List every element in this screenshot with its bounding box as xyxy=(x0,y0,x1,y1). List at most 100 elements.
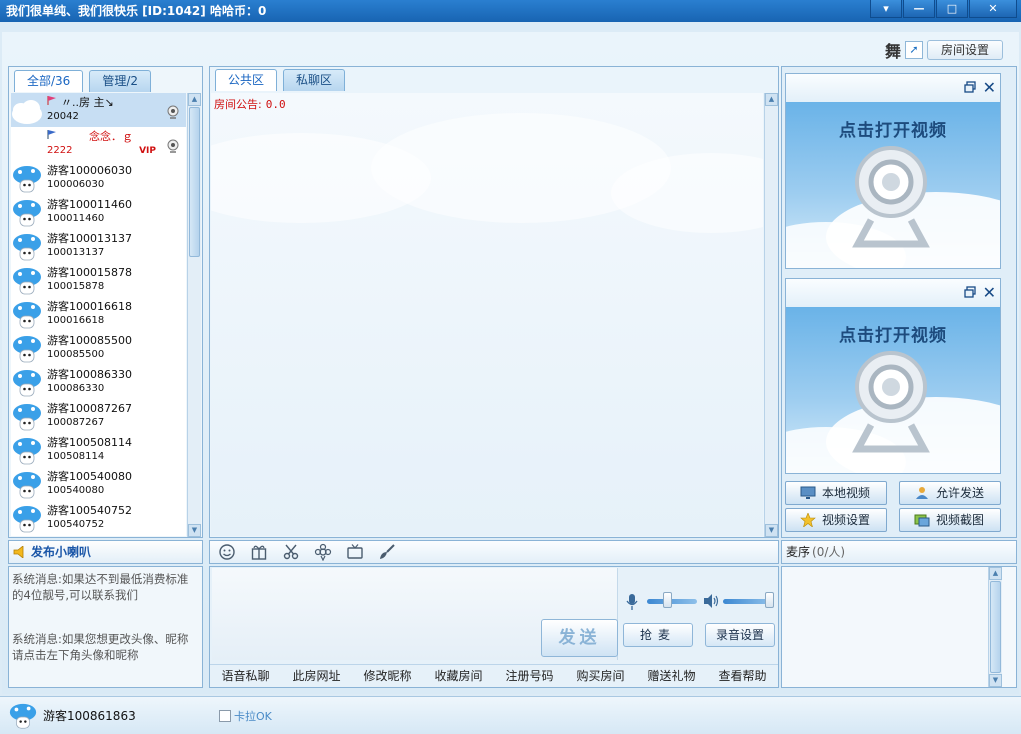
user-id: 100540080 xyxy=(47,485,105,496)
user-list-item[interactable]: 〃..房 主↘ 20042 xyxy=(11,93,186,127)
tab-public[interactable]: 公共区 xyxy=(215,69,278,91)
allow-send-button[interactable]: 允许发送 xyxy=(899,481,1001,505)
avatar xyxy=(13,200,41,227)
bottom-link[interactable]: 查看帮助 xyxy=(718,667,766,684)
video-settings-button[interactable]: 视频设置 xyxy=(785,508,887,532)
user-list-item[interactable]: 游客100085500 100085500 xyxy=(11,331,186,365)
emoji-icon[interactable] xyxy=(218,543,236,561)
user-name: 游客100086330 xyxy=(47,368,132,381)
tab-all-users[interactable]: 全部/36 xyxy=(14,70,84,92)
title-bar: 我们很单纯、我们很快乐 [ID:1042] 哈哈币：0 ▾ — □ ✕ xyxy=(0,0,1021,22)
room-settings-button[interactable]: 房间设置 xyxy=(927,40,1003,60)
speaker-volume-slider[interactable] xyxy=(723,599,771,604)
mic-volume-slider[interactable] xyxy=(647,599,697,604)
user-list-item[interactable]: 游客100016618 100016618 xyxy=(11,297,186,331)
user-list-item[interactable]: 游客100015878 100015878 xyxy=(11,263,186,297)
user-id: 2222 xyxy=(47,145,73,156)
local-video-button[interactable]: 本地视频 xyxy=(785,481,887,505)
grab-mic-button[interactable]: 抢麦 xyxy=(623,623,693,647)
bottom-link[interactable]: 此房网址 xyxy=(292,667,340,684)
chat-area[interactable]: 房间公告: 0.0 xyxy=(211,93,763,536)
user-list-item[interactable]: 游客100540752 100540752 xyxy=(11,501,186,535)
user-list-item[interactable]: 念念．ｇ 2222 VIP xyxy=(11,127,186,161)
horn-bar[interactable]: 发布小喇叭 xyxy=(8,540,203,564)
close-icon[interactable]: ✕ xyxy=(983,283,996,302)
restore-icon[interactable] xyxy=(964,286,976,298)
brush-icon[interactable] xyxy=(378,543,396,561)
close-icon[interactable]: ✕ xyxy=(983,78,996,97)
allow-send-label: 允许发送 xyxy=(936,486,985,500)
user-id: 20042 xyxy=(47,111,79,122)
restore-icon[interactable] xyxy=(964,81,976,93)
bottom-link[interactable]: 购买房间 xyxy=(576,667,624,684)
karaoke-checkbox[interactable] xyxy=(219,710,231,722)
flower-icon[interactable] xyxy=(314,543,332,561)
scroll-up-arrow[interactable]: ▲ xyxy=(765,93,778,106)
mic-queue-scrollbar[interactable]: ▲ ▼ xyxy=(988,567,1002,687)
chat-scrollbar[interactable]: ▲ ▼ xyxy=(764,93,778,537)
video-window-1[interactable]: ✕ 点击打开视频 xyxy=(785,73,1001,269)
speaker-volume-knob[interactable] xyxy=(764,592,774,608)
scroll-down-arrow[interactable]: ▼ xyxy=(188,524,201,537)
user-list-item[interactable]: 游客100087267 100087267 xyxy=(11,399,186,433)
webcam-icon xyxy=(852,146,930,248)
maximize-button[interactable]: □ xyxy=(936,0,968,18)
scroll-thumb[interactable] xyxy=(189,107,200,257)
scroll-down-arrow[interactable]: ▼ xyxy=(765,524,778,537)
avatar xyxy=(13,234,41,261)
bottom-link[interactable]: 收藏房间 xyxy=(434,667,482,684)
user-id: 100508114 xyxy=(47,451,105,462)
user-name: 游客100013137 xyxy=(47,232,132,245)
scroll-up-arrow[interactable]: ▲ xyxy=(989,567,1002,580)
menu-dropdown-button[interactable]: ▾ xyxy=(870,0,902,18)
user-name: 〃..房 主↘ xyxy=(61,96,114,109)
tv-icon[interactable] xyxy=(346,543,364,561)
close-button[interactable]: ✕ xyxy=(969,0,1017,18)
user-list-item[interactable]: 游客100540080 100540080 xyxy=(11,467,186,501)
dance-icon[interactable]: 舞 xyxy=(885,38,901,62)
user-list-item[interactable]: 游客100013137 100013137 xyxy=(11,229,186,263)
karaoke-toggle[interactable]: 卡拉OK xyxy=(219,708,272,724)
user-list-item[interactable]: 游客100006030 100006030 xyxy=(11,161,186,195)
mic-volume-knob[interactable] xyxy=(663,592,672,608)
send-button[interactable]: 发送 xyxy=(541,619,618,657)
microphone-icon[interactable] xyxy=(626,593,638,611)
chat-toolbar xyxy=(209,540,779,564)
cursor-icon[interactable]: ➚ xyxy=(905,41,923,59)
screenshot-icon xyxy=(914,514,930,527)
bottom-link[interactable]: 注册号码 xyxy=(505,667,553,684)
horn-icon xyxy=(13,546,24,558)
status-bar: 游客100861863 卡拉OK xyxy=(0,696,1021,734)
scissors-icon[interactable] xyxy=(282,543,300,561)
minimize-button[interactable]: — xyxy=(903,0,935,18)
avatar xyxy=(13,404,41,431)
video-placeholder[interactable]: 点击打开视频 xyxy=(786,102,1000,268)
avatar xyxy=(13,506,41,533)
user-list-item[interactable]: 游客100011460 100011460 xyxy=(11,195,186,229)
my-nickname[interactable]: 游客100861863 xyxy=(43,707,136,724)
speaker-icon[interactable] xyxy=(703,593,719,609)
bottom-link[interactable]: 修改昵称 xyxy=(363,667,411,684)
video-placeholder[interactable]: 点击打开视频 xyxy=(786,307,1000,473)
video-window-2[interactable]: ✕ 点击打开视频 xyxy=(785,278,1001,474)
gift-icon[interactable] xyxy=(250,543,268,561)
user-tabs: 全部/36 管理/2 xyxy=(14,70,152,92)
tab-managers[interactable]: 管理/2 xyxy=(89,70,152,92)
tab-private[interactable]: 私聊区 xyxy=(283,69,346,91)
user-name: 游客100085500 xyxy=(47,334,132,347)
monitor-icon xyxy=(800,486,816,499)
avatar[interactable] xyxy=(8,701,38,731)
notice-value: 0.0 xyxy=(265,98,286,111)
user-list-item[interactable]: 游客100508114 100508114 xyxy=(11,433,186,467)
bottom-link[interactable]: 赠送礼物 xyxy=(647,667,695,684)
record-settings-button[interactable]: 录音设置 xyxy=(705,623,775,647)
user-list-item[interactable]: 游客100086330 100086330 xyxy=(11,365,186,399)
scroll-up-arrow[interactable]: ▲ xyxy=(188,93,201,106)
user-list-panel: 全部/36 管理/2 〃..房 主↘ 20042 念念．ｇ 2222 VIP 游客1000… xyxy=(8,66,203,538)
video-screenshot-button[interactable]: 视频截图 xyxy=(899,508,1001,532)
user-list-scrollbar[interactable]: ▲ ▼ xyxy=(187,93,201,537)
bottom-link[interactable]: 语音私聊 xyxy=(221,667,269,684)
scroll-down-arrow[interactable]: ▼ xyxy=(989,674,1002,687)
scroll-thumb[interactable] xyxy=(990,581,1001,673)
webcam-icon xyxy=(852,351,930,453)
